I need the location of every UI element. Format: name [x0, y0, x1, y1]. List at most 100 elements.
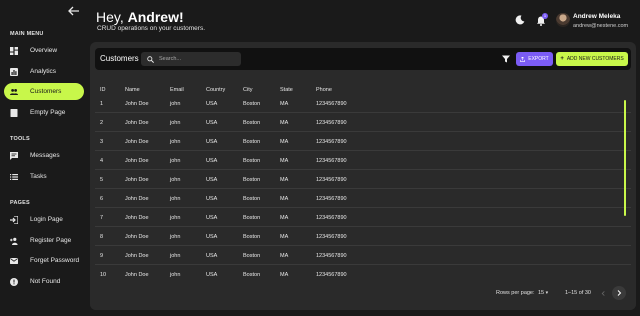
table-row[interactable]: 2 John Doe john USA Boston MA 1234567890	[95, 113, 631, 132]
table-row[interactable]: 1 John Doe john USA Boston MA 1234567890	[95, 94, 631, 113]
search-input[interactable]	[159, 56, 239, 62]
sidebar-item-label: Analytics	[30, 68, 57, 75]
next-page-button[interactable]	[612, 286, 626, 300]
column-header-city[interactable]: City	[243, 87, 252, 93]
sidebar-item-overview[interactable]: Overview	[4, 42, 84, 59]
cell-name: John Doe	[125, 215, 149, 221]
cell-city: Boston	[243, 196, 261, 202]
cell-country: USA	[206, 234, 218, 240]
column-header-phone[interactable]: Phone	[316, 87, 332, 93]
cell-id: 8	[100, 234, 104, 240]
cell-city: Boston	[243, 272, 261, 278]
filter-icon[interactable]	[502, 55, 510, 63]
sidebar-item-forget-password[interactable]: Forget Password	[4, 252, 84, 269]
notification-badge: 1	[542, 13, 548, 19]
sidebar-item-label: Tasks	[30, 173, 47, 180]
table-toolbar: Customers EXPORT + ADD NEW CUSTOMERS	[95, 48, 631, 70]
sidebar-item-analytics[interactable]: Analytics	[4, 63, 84, 80]
chevron-right-icon	[617, 290, 622, 296]
column-header-id[interactable]: ID	[100, 87, 106, 93]
sidebar-item-label: Not Found	[30, 278, 61, 285]
cell-email: john	[170, 120, 181, 126]
table-row[interactable]: 4 John Doe john USA Boston MA 1234567890	[95, 151, 631, 170]
sidebar-item-login-page[interactable]: Login Page	[4, 211, 84, 228]
sidebar-item-label: Messages	[30, 152, 60, 159]
cell-state: MA	[280, 196, 289, 202]
table-row[interactable]: 5 John Doe john USA Boston MA 1234567890	[95, 170, 631, 189]
table-row[interactable]: 3 John Doe john USA Boston MA 1234567890	[95, 132, 631, 151]
rows-per-page-label: Rows per page:	[496, 290, 535, 296]
cell-email: john	[170, 101, 181, 107]
cell-email: john	[170, 158, 181, 164]
message-icon	[10, 151, 18, 160]
table-footer: Rows per page: 15 ▾ 1–15 of 30	[90, 282, 636, 310]
rows-per-page-select[interactable]: 15 ▾	[538, 290, 548, 296]
cell-name: John Doe	[125, 139, 149, 145]
add-customer-button[interactable]: + ADD NEW CUSTOMERS	[556, 52, 628, 66]
cell-state: MA	[280, 120, 289, 126]
cell-city: Boston	[243, 101, 261, 107]
search-box[interactable]	[141, 52, 241, 66]
sidebar-item-empty-page[interactable]: Empty Page	[4, 104, 84, 121]
cell-email: john	[170, 234, 181, 240]
section-title-tools: TOOLS	[10, 136, 30, 142]
cell-state: MA	[280, 158, 289, 164]
cell-country: USA	[206, 272, 218, 278]
cell-name: John Doe	[125, 177, 149, 183]
sidebar-item-label: Empty Page	[30, 109, 66, 116]
sidebar-item-label: Login Page	[30, 216, 63, 223]
cell-email: john	[170, 196, 181, 202]
page-icon	[10, 108, 18, 117]
search-icon	[147, 55, 154, 63]
scrollbar-thumb[interactable]	[624, 100, 626, 216]
login-icon	[10, 215, 18, 224]
moon-icon[interactable]	[515, 15, 525, 25]
plus-icon: +	[560, 56, 564, 62]
analytics-icon	[10, 67, 18, 76]
cell-name: John Doe	[125, 253, 149, 259]
sidebar-item-register-page[interactable]: Register Page	[4, 232, 84, 249]
sidebar-item-tasks[interactable]: Tasks	[4, 168, 84, 185]
pagination-range: 1–15 of 30	[565, 290, 591, 296]
cell-city: Boston	[243, 177, 261, 183]
page-subtitle: CRUD operations on your customers.	[97, 25, 206, 32]
cell-city: Boston	[243, 253, 261, 259]
table-row[interactable]: 6 John Doe john USA Boston MA 1234567890	[95, 189, 631, 208]
user-email: andrew@nestene.com	[573, 23, 629, 29]
sidebar-item-label: Customers	[30, 88, 62, 95]
arrow-back-icon[interactable]	[68, 6, 80, 16]
cell-id: 3	[100, 139, 104, 145]
cell-country: USA	[206, 158, 218, 164]
export-label: EXPORT	[528, 56, 549, 62]
cell-id: 6	[100, 196, 104, 202]
table-row[interactable]: 7 John Doe john USA Boston MA 1234567890	[95, 208, 631, 227]
table-row[interactable]: 8 John Doe john USA Boston MA 1234567890	[95, 227, 631, 246]
user-name: Andrew Meleka	[573, 13, 621, 20]
column-header-email[interactable]: Email	[170, 87, 184, 93]
sidebar-item-not-found[interactable]: Not Found	[4, 273, 84, 290]
column-header-country[interactable]: Country	[206, 87, 225, 93]
cell-name: John Doe	[125, 272, 149, 278]
export-button[interactable]: EXPORT	[516, 52, 553, 66]
avatar[interactable]	[556, 13, 570, 27]
cell-name: John Doe	[125, 234, 149, 240]
sidebar-item-label: Forget Password	[30, 257, 80, 264]
column-header-name[interactable]: Name	[125, 87, 140, 93]
list-icon	[10, 173, 18, 181]
previous-page-button[interactable]	[598, 288, 608, 298]
table-row[interactable]: 9 John Doe john USA Boston MA 1234567890	[95, 246, 631, 265]
column-header-state[interactable]: State	[280, 87, 293, 93]
dashboard-icon	[10, 46, 18, 55]
cell-id: 1	[100, 101, 104, 107]
cell-phone: 1234567890	[316, 253, 347, 259]
sidebar-item-customers[interactable]: Customers	[4, 83, 84, 100]
caret-down-icon: ▾	[545, 290, 549, 296]
greeting-text: Hey,	[96, 9, 124, 25]
export-icon	[520, 56, 526, 62]
cell-state: MA	[280, 215, 289, 221]
cell-phone: 1234567890	[316, 196, 347, 202]
mail-icon	[10, 257, 18, 265]
sidebar-item-messages[interactable]: Messages	[4, 147, 84, 164]
cell-name: John Doe	[125, 101, 149, 107]
cell-id: 4	[100, 158, 104, 164]
